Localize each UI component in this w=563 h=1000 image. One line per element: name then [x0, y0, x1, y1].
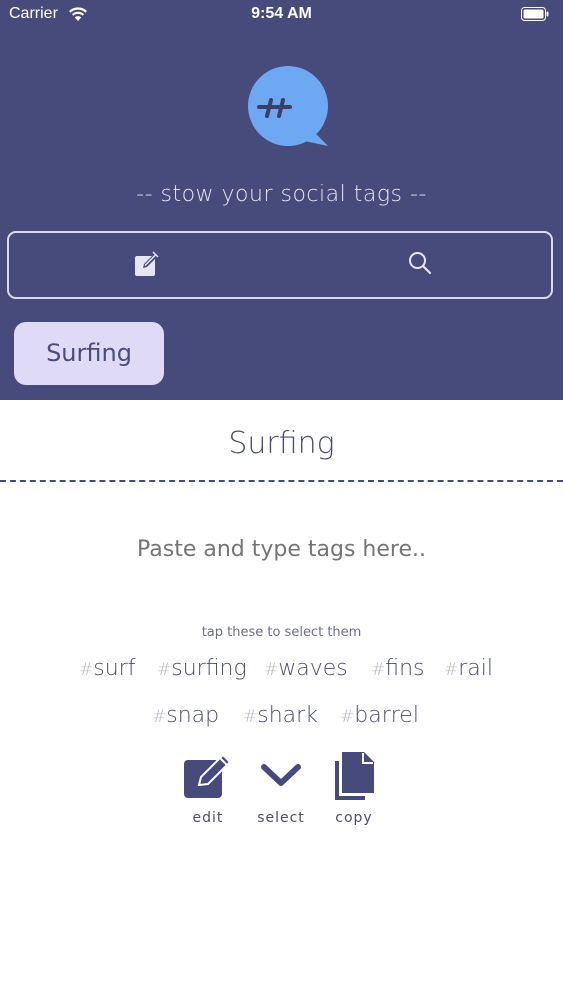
status-bar: Carrier 9:54 AM	[0, 0, 563, 30]
edit-icon	[184, 753, 232, 798]
tag-rail[interactable]: #rail	[444, 656, 493, 681]
hash-symbol: #	[371, 660, 386, 680]
tag-snap[interactable]: #snap	[152, 703, 219, 728]
tag-shark[interactable]: #shark	[243, 703, 318, 728]
tag-barrel[interactable]: #barrel	[340, 703, 419, 728]
dashed-divider	[0, 480, 563, 482]
tag-label: barrel	[354, 703, 419, 728]
select-hint: tap these to select them	[201, 625, 362, 640]
tag-label: shark	[257, 703, 318, 728]
tag-label: fins	[385, 656, 425, 681]
select-button[interactable]: select	[246, 752, 316, 826]
copy-label: copy	[335, 810, 373, 826]
hash-symbol: #	[243, 707, 258, 727]
edit-icon[interactable]	[133, 250, 161, 278]
select-label: select	[257, 810, 305, 826]
hash-symbol: #	[152, 707, 167, 727]
edit-button[interactable]: edit	[173, 752, 243, 826]
tag-group-title: Surfing	[228, 426, 335, 461]
hashtag-bubble-logo	[248, 66, 328, 146]
action-toolbar	[7, 231, 553, 299]
hash-symbol: #	[444, 660, 459, 680]
tag-fins[interactable]: #fins	[371, 656, 425, 681]
header-panel: Carrier 9:54 AM -- stow your social tags…	[0, 0, 563, 400]
chevron-down-icon	[261, 764, 301, 786]
tag-label: snap	[166, 703, 220, 728]
hash-symbol: #	[157, 660, 172, 680]
tag-waves[interactable]: #waves	[264, 656, 348, 681]
hash-symbol: #	[340, 707, 355, 727]
search-icon[interactable]	[407, 250, 433, 276]
tag-surf[interactable]: #surf	[79, 656, 135, 681]
copy-icon	[335, 752, 374, 800]
hash-symbol: #	[79, 660, 94, 680]
battery-icon	[521, 7, 549, 21]
hash-symbol: #	[264, 660, 279, 680]
tag-label: surf	[93, 656, 136, 681]
tag-group-chip[interactable]: Surfing	[14, 322, 164, 385]
tag-label: surfing	[171, 656, 247, 681]
tag-label: rail	[458, 656, 494, 681]
tag-surfing[interactable]: #surfing	[157, 656, 247, 681]
copy-button[interactable]: copy	[319, 752, 389, 826]
tagline: -- stow your social tags --	[136, 182, 427, 207]
tag-label: waves	[278, 656, 348, 681]
status-time: 9:54 AM	[251, 5, 312, 22]
tag-input[interactable]	[0, 537, 563, 562]
edit-label: edit	[192, 810, 224, 826]
